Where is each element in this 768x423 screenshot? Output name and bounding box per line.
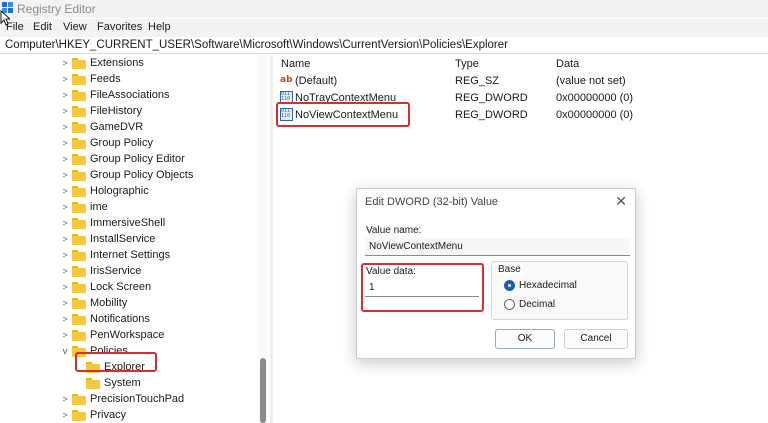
tree-item[interactable]: > Internet Settings — [60, 247, 170, 263]
chevron-right-icon[interactable]: > — [60, 202, 70, 212]
folder-icon — [72, 313, 86, 325]
chevron-right-icon[interactable]: > — [60, 138, 70, 148]
tree-item[interactable]: > FileHistory — [60, 103, 142, 119]
tree-item[interactable]: > FileAssociations — [60, 87, 169, 103]
tree-item[interactable]: > Lock Screen — [60, 279, 151, 295]
chevron-right-icon[interactable]: > — [60, 266, 70, 276]
tree-item[interactable]: > Group Policy Objects — [60, 167, 193, 183]
chevron-right-icon[interactable]: > — [60, 298, 70, 308]
folder-icon — [72, 201, 86, 213]
chevron-right-icon[interactable]: > — [60, 122, 70, 132]
tree-item[interactable]: > Mobility — [60, 295, 127, 311]
value-row-default[interactable]: ab (Default) REG_SZ (value not set) — [273, 73, 768, 89]
chevron-right-icon[interactable]: > — [60, 330, 70, 340]
cancel-button[interactable]: Cancel — [564, 329, 628, 349]
hexadecimal-label[interactable]: Hexadecimal — [519, 280, 577, 291]
folder-icon — [72, 217, 86, 229]
value-name-field[interactable]: NoViewContextMenu — [365, 238, 630, 256]
chevron-right-icon[interactable]: > — [60, 234, 70, 244]
tree-item[interactable]: > IrisService — [60, 263, 141, 279]
tree-item[interactable]: > Notifications — [60, 311, 150, 327]
edit-dword-dialog: Edit DWORD (32-bit) Value ✕ Value name: … — [356, 188, 636, 359]
title-bar: Registry Editor — [0, 0, 768, 18]
folder-icon — [72, 409, 86, 421]
folder-icon — [72, 57, 86, 69]
chevron-right-icon[interactable]: > — [60, 218, 70, 228]
tree-item[interactable]: > Holographic — [60, 183, 148, 199]
address-path[interactable]: Computer\HKEY_CURRENT_USER\Software\Micr… — [5, 39, 508, 51]
tree-item[interactable]: > PenWorkspace — [60, 327, 164, 343]
tree-item[interactable]: > Group Policy — [60, 135, 153, 151]
column-type[interactable]: Type — [455, 58, 479, 70]
chevron-right-icon[interactable]: > — [60, 250, 70, 260]
key-tree[interactable]: > Extensions > Feeds > FileAssociations > Fi… — [0, 55, 269, 423]
folder-icon — [72, 169, 86, 181]
mouse-cursor-icon — [0, 10, 10, 26]
folder-icon — [72, 329, 86, 341]
folder-icon — [72, 265, 86, 277]
tree-item[interactable]: > PrecisionTouchPad — [60, 391, 184, 407]
dialog-title: Edit DWORD (32-bit) Value — [365, 196, 499, 208]
chevron-right-icon[interactable]: > — [60, 186, 70, 196]
folder-icon — [72, 249, 86, 261]
folder-icon — [72, 73, 86, 85]
string-value-icon: ab — [280, 75, 293, 85]
hexadecimal-radio[interactable] — [504, 280, 515, 291]
folder-icon — [72, 137, 86, 149]
folder-icon — [72, 281, 86, 293]
menu-edit[interactable]: Edit — [33, 21, 52, 33]
decimal-radio[interactable] — [504, 299, 515, 310]
chevron-right-icon[interactable]: > — [60, 410, 70, 420]
ok-button[interactable]: OK — [495, 329, 555, 349]
column-data[interactable]: Data — [556, 58, 579, 70]
folder-icon — [72, 233, 86, 245]
decimal-label[interactable]: Decimal — [519, 299, 555, 310]
tree-item[interactable]: > Extensions — [60, 55, 143, 71]
folder-icon — [72, 297, 86, 309]
tree-item[interactable]: > Privacy — [60, 407, 126, 423]
value-name-label: Value name: — [366, 225, 422, 236]
menu-view[interactable]: View — [63, 21, 87, 33]
menu-favorites[interactable]: Favorites — [97, 21, 142, 33]
tree-item[interactable]: > ime — [60, 199, 107, 215]
value-data-highlight — [361, 263, 484, 312]
folder-icon — [86, 377, 100, 389]
tree-item[interactable]: > ImmersiveShell — [60, 215, 165, 231]
chevron-right-icon[interactable]: > — [60, 58, 70, 68]
address-bar[interactable]: Computer\HKEY_CURRENT_USER\Software\Micr… — [0, 38, 768, 54]
column-name[interactable]: Name — [281, 58, 310, 70]
folder-icon — [72, 105, 86, 117]
folder-icon — [72, 185, 86, 197]
close-icon[interactable]: ✕ — [615, 193, 627, 210]
chevron-right-icon[interactable]: > — [60, 154, 70, 164]
folder-icon — [72, 153, 86, 165]
tree-item-system[interactable]: System — [74, 375, 141, 391]
chevron-right-icon[interactable]: > — [60, 90, 70, 100]
base-label: Base — [496, 264, 523, 275]
folder-icon — [72, 393, 86, 405]
chevron-right-icon[interactable]: > — [60, 314, 70, 324]
window-title: Registry Editor — [17, 2, 96, 16]
tree-item[interactable]: > Group Policy Editor — [60, 151, 184, 167]
chevron-down-icon[interactable]: v — [60, 346, 70, 356]
chevron-right-icon[interactable]: > — [60, 394, 70, 404]
chevron-right-icon[interactable]: > — [60, 106, 70, 116]
chevron-right-icon[interactable]: > — [60, 74, 70, 84]
tree-item[interactable]: > InstallService — [60, 231, 155, 247]
tree-item[interactable]: > GameDVR — [60, 119, 143, 135]
chevron-right-icon[interactable]: > — [60, 282, 70, 292]
explorer-selection-highlight — [75, 352, 157, 372]
folder-icon — [72, 89, 86, 101]
noviewcontextmenu-highlight — [276, 102, 410, 127]
chevron-right-icon[interactable]: > — [60, 170, 70, 180]
folder-icon — [72, 121, 86, 133]
tree-scrollbar-thumb[interactable] — [260, 358, 266, 423]
menu-bar: File Edit View Favorites Help — [0, 19, 768, 37]
tree-item[interactable]: > Feeds — [60, 71, 120, 87]
menu-help[interactable]: Help — [148, 21, 171, 33]
